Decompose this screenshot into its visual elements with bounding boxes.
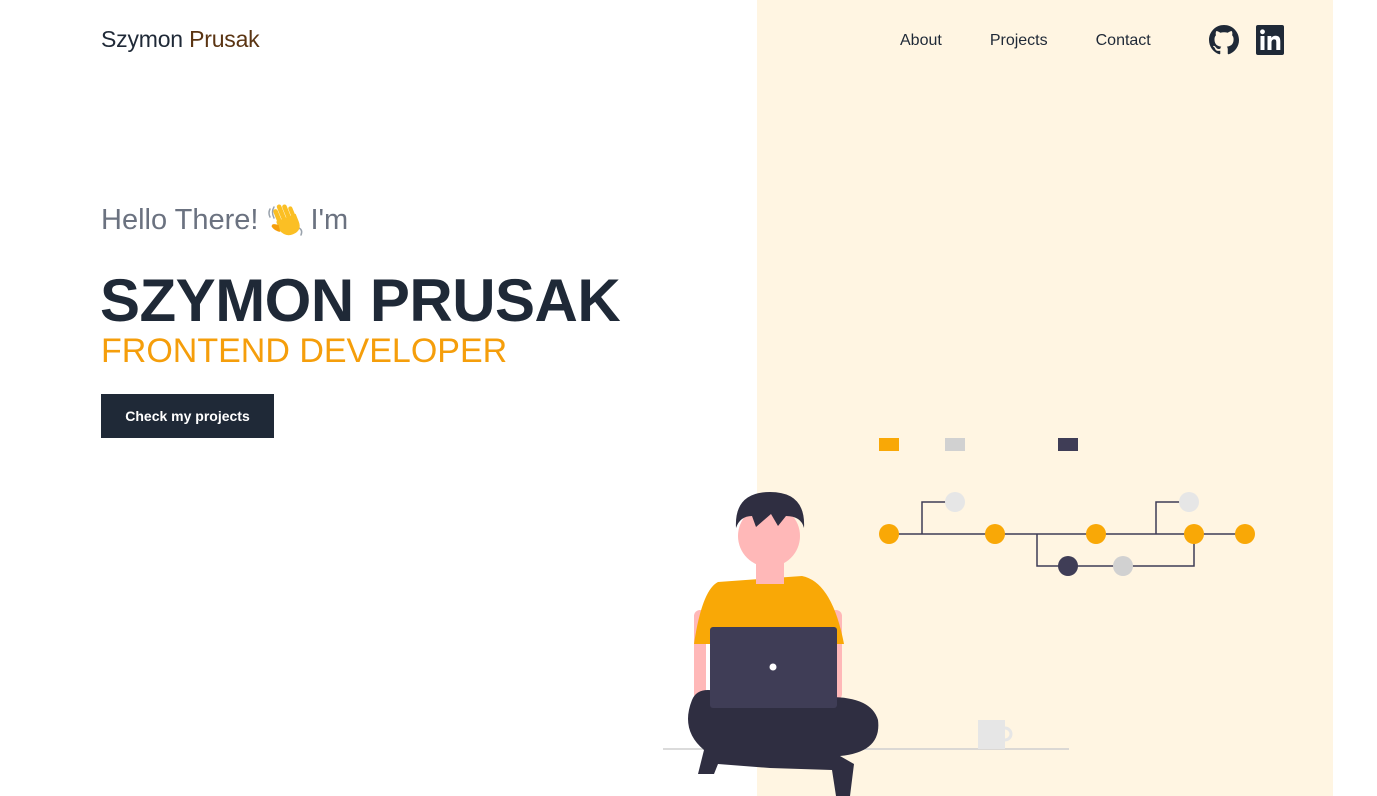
- greeting-suffix: I'm: [310, 203, 349, 236]
- hero-greeting: Hello There! I'm: [101, 200, 348, 240]
- legend-square-orange: [879, 438, 899, 451]
- waving-hand-icon: [266, 200, 306, 240]
- legend-square-gray: [945, 438, 965, 451]
- person-figure: [688, 492, 879, 796]
- logo-first-name: Szymon: [101, 26, 183, 52]
- nav-link-about[interactable]: About: [900, 26, 942, 56]
- hero-name: SZYMON PRUSAK: [100, 267, 621, 334]
- github-icon[interactable]: [1209, 24, 1239, 56]
- developer-illustration: [663, 438, 1255, 796]
- greeting-text: Hello There!: [101, 203, 259, 236]
- legend-square-dark: [1058, 438, 1078, 451]
- check-projects-button[interactable]: Check my projects: [101, 394, 274, 438]
- main-nav: About Projects Contact: [900, 26, 1151, 56]
- page: Szymon Prusak About Projects Contact Hel…: [0, 0, 1377, 796]
- logo-last-name: Prusak: [189, 26, 260, 52]
- nav-link-contact[interactable]: Contact: [1096, 26, 1151, 56]
- nav-link-projects[interactable]: Projects: [990, 26, 1048, 56]
- linkedin-icon[interactable]: [1256, 25, 1284, 55]
- hero-role: FRONTEND DEVELOPER: [101, 332, 508, 370]
- coffee-mug-icon: [978, 720, 1013, 749]
- site-logo[interactable]: Szymon Prusak: [101, 26, 260, 53]
